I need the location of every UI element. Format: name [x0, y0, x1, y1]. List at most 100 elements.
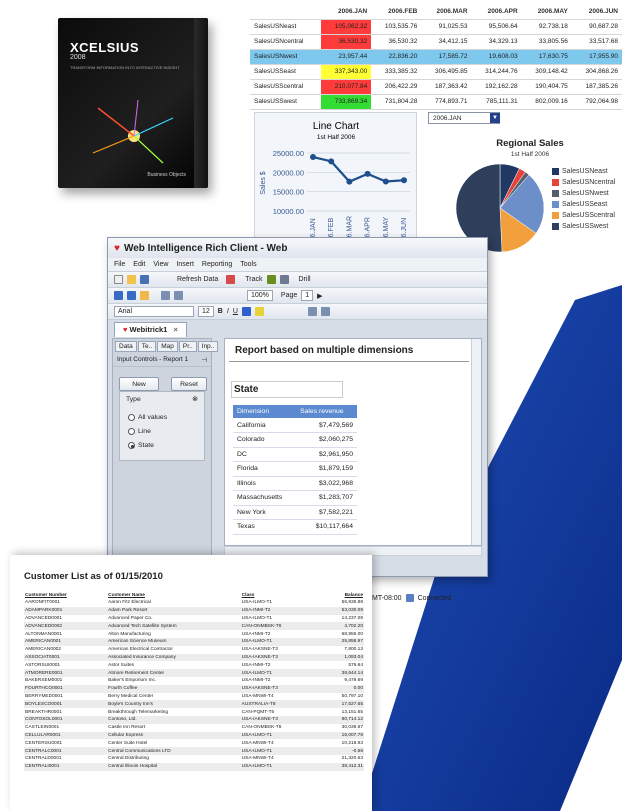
table-row: Massachusetts $1,283,707	[233, 490, 357, 506]
page-input[interactable]: 1	[301, 290, 314, 301]
chevron-down-icon[interactable]: ▼	[490, 113, 500, 123]
tab-webitrick1[interactable]: ♥ Webitrick1 ×	[114, 322, 187, 337]
delete-icon[interactable]	[226, 275, 236, 284]
sum-icon[interactable]	[174, 291, 183, 300]
pie-title: Regional Sales	[496, 138, 564, 149]
table-row[interactable]: SalesUSNwest 23,957.44 22,836.20 17,585.72 1…	[250, 49, 622, 65]
vertical-scrollbar[interactable]	[471, 339, 481, 545]
table-cell: 190,404.75	[521, 79, 572, 95]
table-cell: American Science Museum	[107, 637, 241, 646]
menu-view[interactable]: View	[153, 261, 168, 268]
table-cell: 53,030.09	[319, 606, 364, 615]
menu-file[interactable]: File	[114, 261, 125, 268]
column-header: 2006.APR	[471, 4, 522, 20]
table-cell: 38,644.14	[319, 669, 364, 677]
bold-button[interactable]: B	[218, 308, 223, 315]
y-tick-label: 15000.00	[273, 188, 304, 197]
reset-button[interactable]: Reset	[171, 377, 207, 391]
radio-state[interactable]	[128, 442, 135, 449]
collapse-icon[interactable]: ⊗	[192, 395, 198, 403]
track-button[interactable]: Track	[245, 276, 262, 283]
option-label: State	[138, 442, 154, 449]
revenue-cell: $1,283,707	[296, 490, 357, 506]
table-row: Florida $1,879,159	[233, 461, 357, 477]
y-tick-label: 20000.00	[273, 168, 304, 177]
table-cell: BAKERSEM0001	[25, 678, 63, 684]
table-cell: 95,506.64	[471, 19, 522, 35]
option-state[interactable]: State	[128, 442, 154, 449]
left-pane-tab[interactable]: Inp..	[197, 341, 219, 352]
left-pane-tab[interactable]: Data	[115, 341, 137, 352]
chart-title: Line Chart	[313, 121, 359, 132]
undo-icon[interactable]	[114, 291, 123, 300]
chart-icon[interactable]	[266, 275, 276, 284]
table-cell: 785,111.31	[471, 94, 522, 110]
warning-icon[interactable]	[140, 291, 149, 300]
column-header: 2006.MAR	[421, 4, 472, 20]
align-left-icon[interactable]	[307, 307, 317, 316]
data-point	[328, 158, 335, 165]
table-cell: FOURTHCO0001	[24, 684, 108, 693]
table-cell: ATMORERE0001	[24, 669, 108, 677]
font-color-icon[interactable]	[241, 307, 251, 316]
fill-color-icon[interactable]	[254, 307, 264, 316]
state-section-label: State	[231, 381, 343, 398]
pie-subtitle: 1st Half 2006	[510, 151, 550, 158]
table-cell: USA-ILMO-T1	[240, 747, 320, 755]
table-cell: 4,702.20	[319, 622, 364, 631]
new-button[interactable]: New	[119, 377, 159, 391]
table-cell: 774,893.71	[421, 94, 472, 110]
table-row: Colorado $2,060,275	[233, 432, 357, 448]
table-row: CENTRALC0001 Central Communications LTD US…	[24, 747, 364, 755]
table-row[interactable]: SalesUSScentral 210,077.84 206,422.29 187,3…	[250, 79, 622, 95]
table-cell: USA-INMI-T2	[241, 678, 271, 684]
radio-all-values[interactable]	[128, 414, 135, 421]
italic-button[interactable]: I	[227, 308, 229, 315]
table-cell: USA-ILMO-T1	[241, 615, 273, 621]
new-doc-icon[interactable]	[114, 275, 123, 284]
refresh-data-button[interactable]: Refresh Data	[177, 276, 218, 283]
underline-button[interactable]: U	[233, 308, 238, 315]
revenue-cell: $2,961,950	[296, 447, 357, 462]
table-row[interactable]: SalesUSNcentral 36,530.32 36,530.32 34,412.…	[250, 34, 622, 50]
menu-edit[interactable]: Edit	[133, 261, 145, 268]
legend-label: SalesUSNwest	[562, 190, 609, 197]
table-cell: Adam Park Resort	[107, 606, 241, 615]
customer-list-title: Customer List as of 01/15/2010	[24, 571, 163, 582]
option-line[interactable]: Line	[128, 428, 151, 435]
align-center-icon[interactable]	[320, 307, 330, 316]
menu-tools[interactable]: Tools	[240, 261, 256, 268]
menu-insert[interactable]: Insert	[176, 261, 194, 268]
option-all-values[interactable]: All values	[128, 414, 167, 421]
radio-line[interactable]	[128, 428, 135, 435]
drill-button[interactable]: Drill	[299, 276, 311, 283]
filter-icon[interactable]	[279, 275, 289, 284]
save-icon[interactable]	[140, 275, 149, 284]
table-cell: 802,009.16	[521, 94, 572, 110]
table-row: Texas $10,117,664	[233, 519, 357, 535]
font-size-select[interactable]: 12	[198, 306, 214, 317]
sort-icon[interactable]	[161, 291, 170, 300]
menu-reporting[interactable]: Reporting	[202, 261, 232, 268]
left-pane-tab[interactable]: Pr..	[178, 341, 197, 352]
column-header: Balance	[344, 592, 363, 598]
legend-swatch	[552, 190, 559, 197]
pin-icon[interactable]: ⊣	[201, 356, 207, 364]
left-pane-tab[interactable]: Map	[157, 341, 178, 352]
table-row[interactable]: SalesUSNeast 105,062.32 103,535.76 91,025.5…	[250, 19, 622, 35]
row-label: SalesUSNwest	[250, 49, 322, 65]
table-row[interactable]: SalesUSSwest 733,869.34 731,804.28 774,893.…	[250, 94, 622, 110]
next-page-icon[interactable]: ▶	[317, 292, 322, 300]
table-row[interactable]: SalesUSSeast 337,343.00 333,385.32 306,495.…	[250, 64, 622, 80]
left-pane-tab[interactable]: Te..	[137, 341, 157, 352]
table-row: ASSOCIAT0001 Associated Insurance Company…	[24, 653, 364, 662]
table-cell: Central Communications LTD	[107, 747, 241, 755]
open-folder-icon[interactable]	[127, 275, 136, 284]
close-icon[interactable]: ×	[173, 325, 177, 334]
zoom-select[interactable]: 100%	[247, 290, 273, 301]
pie-legend: SalesUSNeast SalesUSNcentral SalesUSNwest S…	[552, 166, 615, 232]
redo-icon[interactable]	[127, 291, 136, 300]
font-family-select[interactable]: Arial	[114, 306, 194, 317]
table-cell: 792,064.98	[571, 94, 622, 110]
table-cell: Castle Inn Resort	[108, 725, 146, 731]
